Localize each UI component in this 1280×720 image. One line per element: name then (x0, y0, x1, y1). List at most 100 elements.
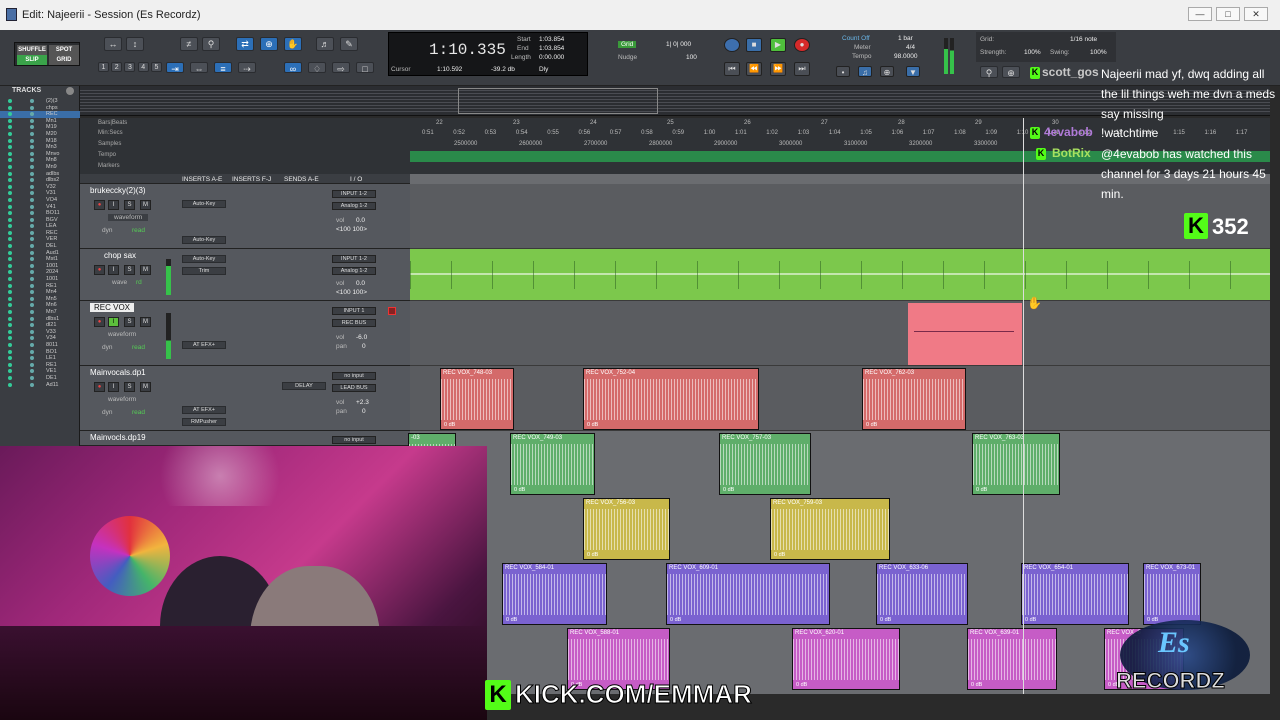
show-hide-icon[interactable] (8, 217, 12, 222)
volume-value[interactable]: +2.3 (356, 399, 369, 406)
show-hide-icon[interactable] (8, 244, 12, 249)
show-hide-icon[interactable] (8, 290, 12, 295)
show-hide-icon[interactable] (8, 105, 12, 110)
show-hide-icon[interactable] (8, 323, 12, 328)
tracks-list-item[interactable]: RE1 (0, 362, 80, 369)
selector-tool-icon[interactable]: ⊕ (260, 37, 278, 51)
zoom-preset-5[interactable]: 5 (150, 62, 162, 72)
scrubber-tool-icon[interactable]: ♬ (316, 37, 334, 51)
audio-clip[interactable]: REC VOX_639-01 0 dB (967, 628, 1057, 690)
pan-value[interactable]: <100 100> (336, 226, 367, 233)
show-hide-icon[interactable] (8, 211, 12, 216)
tracks-list-item[interactable]: V33 (0, 329, 80, 336)
tempo-value[interactable]: 98.0000 (894, 53, 918, 60)
shuffle-button[interactable]: SHUFFLE (17, 45, 47, 55)
show-hide-icon[interactable] (8, 118, 12, 123)
track-header[interactable]: chop sax ● I S M wave rd Auto-Key Trim I… (80, 249, 410, 301)
input-monitor-button[interactable]: I (108, 200, 119, 210)
zoom-preset-1[interactable]: 1 (98, 62, 109, 72)
tracks-list-item[interactable]: LEA (0, 223, 80, 230)
show-hide-icon[interactable] (8, 131, 12, 136)
link-track-edit-icon[interactable]: ≡ (214, 62, 232, 74)
grabber-tool-icon[interactable]: ✋ (284, 37, 302, 51)
automation-follows-icon[interactable]: ⇨ (332, 62, 350, 74)
grid-note-value[interactable]: 1/16 note (1070, 36, 1097, 43)
audio-clip[interactable]: REC VOX_763-03 0 dB (972, 433, 1060, 495)
tempo-label[interactable]: Tempo (852, 53, 872, 60)
show-hide-icon[interactable] (8, 270, 12, 275)
track-name[interactable]: brukeccky(2)(3) (90, 186, 146, 195)
insertion-follows-icon[interactable]: ⇢ (238, 62, 256, 74)
zoom-in-icon[interactable]: ↕ (126, 37, 144, 51)
show-hide-icon[interactable] (8, 145, 12, 150)
close-button[interactable]: ✕ (1244, 7, 1268, 21)
tracks-list-item[interactable]: VO4 (0, 197, 80, 204)
track-extra[interactable]: dyn (102, 409, 112, 416)
record-arm-button[interactable]: ● (94, 317, 105, 327)
audio-clip[interactable]: REC VOX_749-03 0 dB (510, 433, 595, 495)
midi-merge-icon[interactable]: ⊕ (880, 66, 894, 77)
tracks-list-item[interactable]: Aud1 (0, 250, 80, 257)
ruler-label-bars[interactable]: Bars|Beats (98, 120, 127, 126)
track-view-selector[interactable]: waveform (108, 396, 136, 403)
tracks-list-item[interactable]: chps (0, 105, 80, 112)
zoom-preset-4[interactable]: 4 (137, 62, 149, 72)
stop-icon[interactable]: ■ (746, 38, 762, 52)
tracks-list-item[interactable]: Ad11 (0, 382, 80, 389)
show-hide-icon[interactable] (8, 336, 12, 341)
automation-mode[interactable]: read (132, 409, 145, 416)
show-hide-icon[interactable] (8, 224, 12, 229)
tracks-list-item[interactable]: Mn6 (0, 302, 80, 309)
track-extra[interactable]: dyn (102, 227, 112, 234)
tracks-list-item[interactable]: dlbs1 (0, 316, 80, 323)
track-view-selector[interactable]: waveform (108, 331, 136, 338)
tracks-list-item[interactable]: 1001 (0, 276, 80, 283)
show-hide-icon[interactable] (8, 191, 12, 196)
show-hide-icon[interactable] (8, 237, 12, 242)
mute-button[interactable]: M (140, 265, 151, 275)
keyboard-focus-icon[interactable]: □ (356, 62, 374, 74)
track-extra[interactable]: dyn (102, 344, 112, 351)
insert-slot[interactable]: AT EFX+ (182, 406, 226, 414)
go-to-end-icon[interactable]: ⏭ (794, 62, 810, 76)
zoom-preset-3[interactable]: 3 (124, 62, 136, 72)
track-header[interactable]: brukeccky(2)(3) ● I S M waveform dyn rea… (80, 184, 410, 249)
tracks-list-item[interactable]: adlbs (0, 171, 80, 178)
io-output[interactable]: REC BUS (332, 319, 376, 327)
audio-clip[interactable]: REC VOX_762-03 0 dB (862, 368, 966, 430)
show-hide-icon[interactable] (8, 99, 12, 103)
tracks-list-item[interactable]: Mn5 (0, 296, 80, 303)
show-hide-icon[interactable] (8, 303, 12, 308)
volume-value[interactable]: 0.0 (356, 217, 365, 224)
audio-clip[interactable]: REC VOX_752-04 0 dB (583, 368, 759, 430)
mirror-midi-icon[interactable]: ∞ (284, 62, 302, 74)
input-monitor-button[interactable]: I (108, 265, 119, 275)
track-view-selector[interactable]: waveform (108, 214, 149, 221)
tracks-list-item[interactable]: V32 (0, 184, 80, 191)
rewind-icon[interactable]: ⏪ (746, 62, 762, 76)
send-slot[interactable]: DELAY (282, 382, 326, 390)
show-hide-icon[interactable] (8, 369, 12, 374)
show-hide-icon[interactable] (8, 125, 12, 130)
show-hide-icon[interactable] (8, 204, 12, 209)
tracks-list-item[interactable]: REC (0, 230, 80, 237)
solo-button[interactable]: S (124, 200, 135, 210)
automation-mode[interactable]: read (132, 344, 145, 351)
play-icon[interactable]: ▶ (770, 38, 786, 52)
volume-value[interactable]: -6.0 (356, 334, 367, 341)
audio-clip[interactable]: REC VOX_748-03 0 dB (440, 368, 514, 430)
track-header[interactable]: Mainvocls.dp19 no input (80, 431, 410, 446)
tracks-list-item[interactable]: BO1 (0, 349, 80, 356)
tracks-list-item[interactable]: V34 (0, 335, 80, 342)
solo-button[interactable]: S (124, 265, 135, 275)
insert-slot[interactable]: Auto-Key (182, 255, 226, 263)
zoomer-tool-icon[interactable]: ⚲ (202, 37, 220, 51)
show-hide-icon[interactable] (8, 184, 12, 189)
pencil-tool-icon[interactable]: ✎ (340, 37, 358, 51)
slip-button[interactable]: SLIP (17, 55, 47, 65)
show-hide-icon[interactable] (8, 310, 12, 314)
pan-value[interactable]: <100 100> (336, 289, 367, 296)
meter-label[interactable]: Meter (854, 44, 871, 51)
record-arm-button[interactable]: ● (94, 382, 105, 392)
show-hide-icon[interactable] (8, 296, 12, 301)
